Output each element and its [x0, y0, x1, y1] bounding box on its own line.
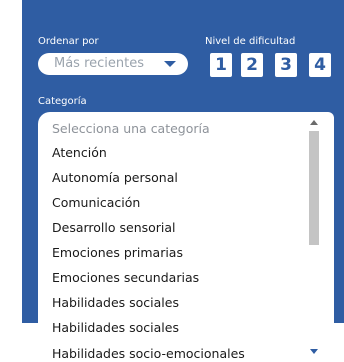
category-option[interactable]: Habilidades sociales	[52, 295, 179, 310]
category-option[interactable]: Comunicación	[52, 195, 140, 210]
category-option[interactable]: Autonomía personal	[52, 170, 178, 185]
category-option[interactable]: Atención	[52, 145, 107, 160]
sort-select-value: Más recientes	[54, 56, 145, 71]
category-option[interactable]: Habilidades socio-emocionales	[52, 346, 245, 361]
scroll-up-arrow-icon[interactable]	[310, 120, 318, 125]
category-label: Categoría	[38, 96, 87, 107]
category-option[interactable]: Emociones secundarias	[52, 270, 199, 285]
difficulty-level-4-button[interactable]: 4	[309, 53, 331, 77]
category-listbox[interactable]: Selecciona una categoría Atención Autono…	[38, 112, 334, 362]
difficulty-level-2-button[interactable]: 2	[241, 53, 263, 77]
sort-label: Ordenar por	[38, 36, 99, 47]
scroll-thumb[interactable]	[309, 131, 319, 245]
sort-select[interactable]: Más recientes	[38, 53, 188, 75]
category-option[interactable]: Desarrollo sensorial	[52, 220, 176, 235]
listbox-scrollbar[interactable]	[309, 112, 320, 362]
category-option[interactable]: Emociones primarias	[52, 245, 183, 260]
difficulty-level-3-button[interactable]: 3	[275, 53, 297, 77]
category-placeholder[interactable]: Selecciona una categoría	[52, 121, 210, 136]
difficulty-level-1-button[interactable]: 1	[210, 53, 232, 77]
category-option[interactable]: Habilidades sociales	[52, 320, 179, 335]
difficulty-label: Nivel de dificultad	[205, 36, 296, 47]
scroll-down-arrow-icon[interactable]	[310, 349, 318, 354]
chevron-down-icon	[164, 61, 176, 67]
